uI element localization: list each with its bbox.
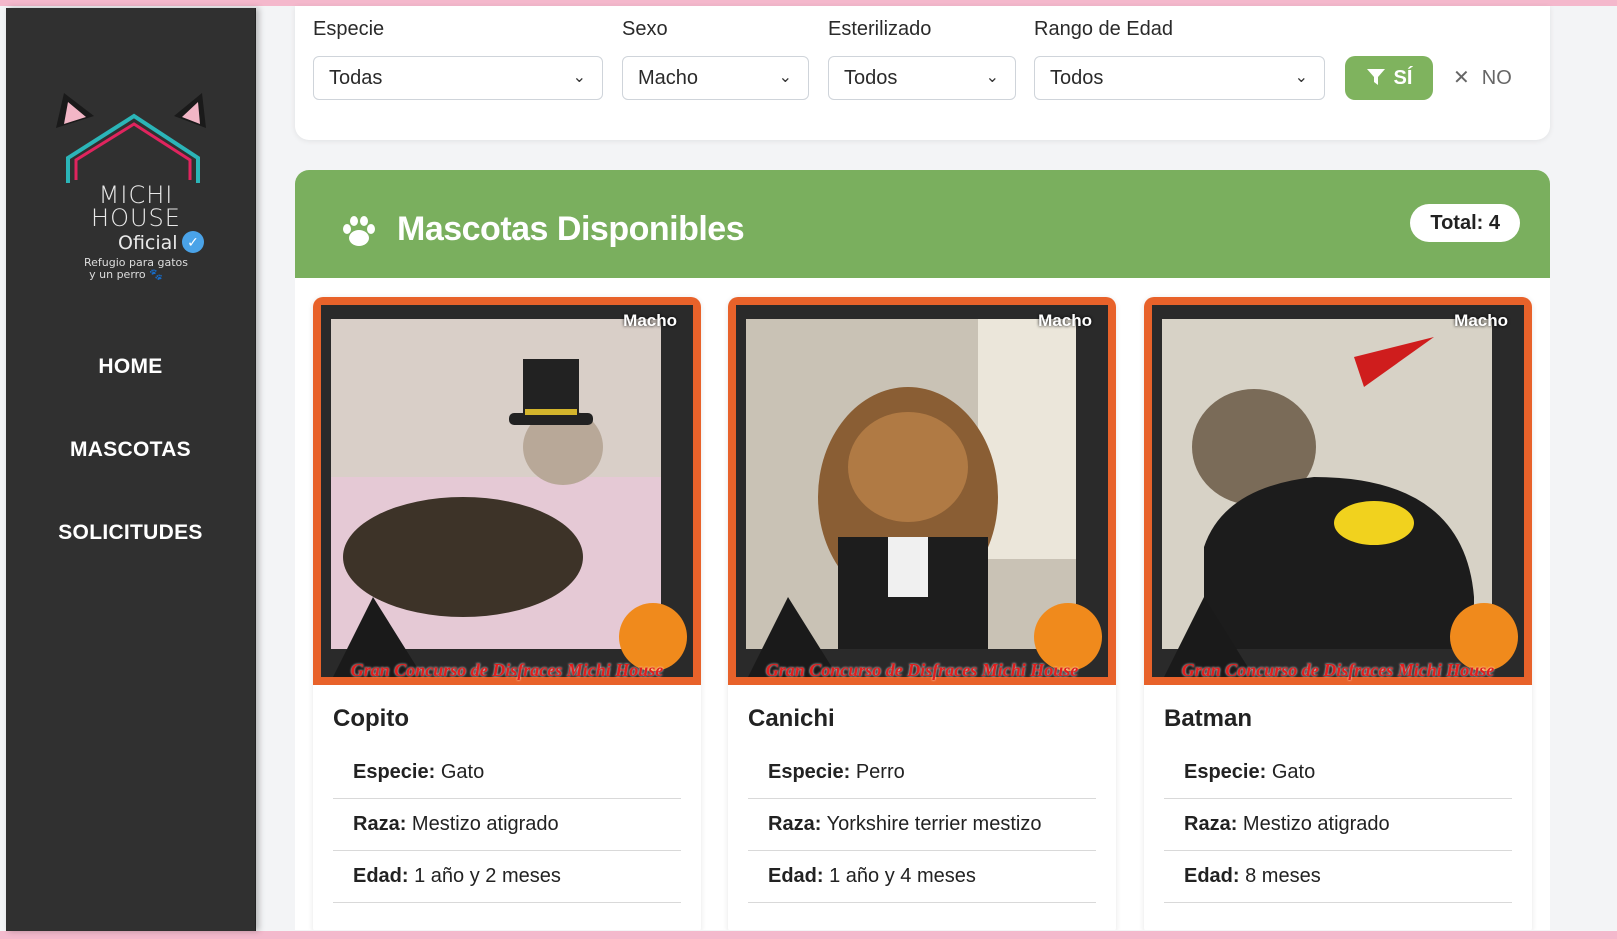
available-pets-section: Mascotas Disponibles Total: 4 Macho Gran… (295, 170, 1550, 930)
section-header: Mascotas Disponibles Total: 4 (295, 170, 1550, 278)
clear-filter-label: NO (1481, 67, 1512, 89)
michi-house-logo[interactable]: MICHI HOUSE Oficial ✓ Refugio para gatos… (46, 88, 221, 288)
pet-card[interactable]: Macho Gran Concurso de Disfraces Michi H… (1144, 297, 1532, 930)
edad-label: Edad: (768, 865, 824, 887)
edad-label: Edad: (1184, 865, 1240, 887)
filter-especie-label: Especie (313, 18, 385, 40)
edad-label: Edad: (353, 865, 409, 887)
pet-photo[interactable]: Macho Gran Concurso de Disfraces Michi H… (1144, 297, 1532, 685)
total-badge: Total: 4 (1410, 204, 1520, 242)
pet-photo-image (1144, 297, 1532, 685)
pet-name: Canichi (748, 705, 835, 732)
pet-name: Batman (1164, 705, 1253, 732)
main-nav: HOME MASCOTAS SOLICITUDES (6, 348, 255, 597)
pet-breed-row: Raza: Mestizo atigrado (333, 799, 681, 851)
pet-breed-row: Raza: Yorkshire terrier mestizo (748, 799, 1096, 851)
pet-card[interactable]: Macho Gran Concurso de Disfraces Michi H… (313, 297, 701, 930)
filter-esterilizado-value: Todos (844, 67, 898, 89)
pet-breed-row: Raza: Mestizo atigrado (1164, 799, 1512, 851)
pet-age-row: Edad: 8 meses (1164, 851, 1512, 903)
pet-card[interactable]: Macho Gran Concurso de Disfraces Michi H… (728, 297, 1116, 930)
apply-filter-button[interactable]: SÍ (1345, 56, 1433, 100)
filter-sexo-label: Sexo (622, 18, 668, 40)
pet-age: 1 año y 4 meses (829, 865, 976, 887)
especie-label: Especie: (768, 761, 851, 783)
filter-especie-select[interactable]: Todas ⌄ (313, 56, 603, 100)
especie-label: Especie: (1184, 761, 1267, 783)
filter-edad-value: Todos (1050, 67, 1104, 89)
especie-label: Especie: (353, 761, 436, 783)
nav-solicitudes[interactable]: SOLICITUDES (6, 514, 255, 597)
pet-photo-image (313, 297, 701, 685)
pet-species: Perro (855, 761, 905, 783)
pet-species-row: Especie: Gato (1164, 747, 1512, 799)
filter-edad-select[interactable]: Todos ⌄ (1034, 56, 1325, 100)
clear-filter-button[interactable]: ✕ NO (1453, 56, 1523, 100)
pet-name: Copito (333, 705, 409, 732)
paw-icon (343, 216, 375, 246)
pet-photo[interactable]: Macho Gran Concurso de Disfraces Michi H… (728, 297, 1116, 685)
chevron-down-icon: ⌄ (778, 69, 792, 86)
pet-age: 1 año y 2 meses (414, 865, 561, 887)
raza-label: Raza: (353, 813, 407, 835)
pet-photo-image (728, 297, 1116, 685)
pet-sex-tag: Macho (1038, 311, 1092, 330)
raza-label: Raza: (768, 813, 822, 835)
close-icon: ✕ (1453, 67, 1470, 89)
apply-filter-label: SÍ (1393, 67, 1413, 89)
chevron-down-icon: ⌄ (1294, 69, 1308, 86)
nav-home[interactable]: HOME (6, 348, 255, 431)
costume-contest-banner: Gran Concurso de Disfraces Michi House (1181, 660, 1495, 680)
nav-mascotas[interactable]: MASCOTAS (6, 431, 255, 514)
filter-icon (1366, 69, 1385, 85)
pet-species-row: Especie: Perro (748, 747, 1096, 799)
cat-ears-house-icon (56, 93, 206, 183)
pet-species-row: Especie: Gato (333, 747, 681, 799)
filter-panel: Especie Todas ⌄ Sexo Macho ⌄ Esterilizad… (295, 6, 1550, 140)
filter-edad-label: Rango de Edad (1034, 18, 1174, 40)
pet-breed: Yorkshire terrier mestizo (826, 813, 1042, 835)
pet-species: Gato (440, 761, 485, 783)
raza-label: Raza: (1184, 813, 1238, 835)
pet-species: Gato (1271, 761, 1316, 783)
pet-sex-tag: Macho (623, 311, 677, 330)
chevron-down-icon: ⌄ (572, 69, 586, 86)
chevron-down-icon: ⌄ (985, 69, 999, 86)
filter-esterilizado-label: Esterilizado (828, 18, 932, 40)
logo-text-oficial: Oficial (118, 232, 178, 254)
pet-breed: Mestizo atigrado (1242, 813, 1390, 835)
pet-sex-tag: Macho (1454, 311, 1508, 330)
filter-sexo-value: Macho (638, 67, 699, 89)
filter-sexo-select[interactable]: Macho ⌄ (622, 56, 809, 100)
pet-photo[interactable]: Macho Gran Concurso de Disfraces Michi H… (313, 297, 701, 685)
pet-breed: Mestizo atigrado (411, 813, 559, 835)
section-title: Mascotas Disponibles (397, 210, 745, 248)
costume-contest-banner: Gran Concurso de Disfraces Michi House (765, 660, 1079, 680)
verified-badge-icon: ✓ (182, 231, 204, 253)
pet-age-row: Edad: 1 año y 4 meses (748, 851, 1096, 903)
filter-especie-value: Todas (329, 67, 383, 89)
costume-contest-banner: Gran Concurso de Disfraces Michi House (350, 660, 664, 680)
filter-esterilizado-select[interactable]: Todos ⌄ (828, 56, 1016, 100)
pet-age-row: Edad: 1 año y 2 meses (333, 851, 681, 903)
sidebar: MICHI HOUSE Oficial ✓ Refugio para gatos… (6, 8, 256, 931)
pet-age: 8 meses (1245, 865, 1321, 887)
logo-tagline-2: y un perro 🐾 (89, 268, 163, 281)
logo-text-house: HOUSE (91, 204, 181, 232)
